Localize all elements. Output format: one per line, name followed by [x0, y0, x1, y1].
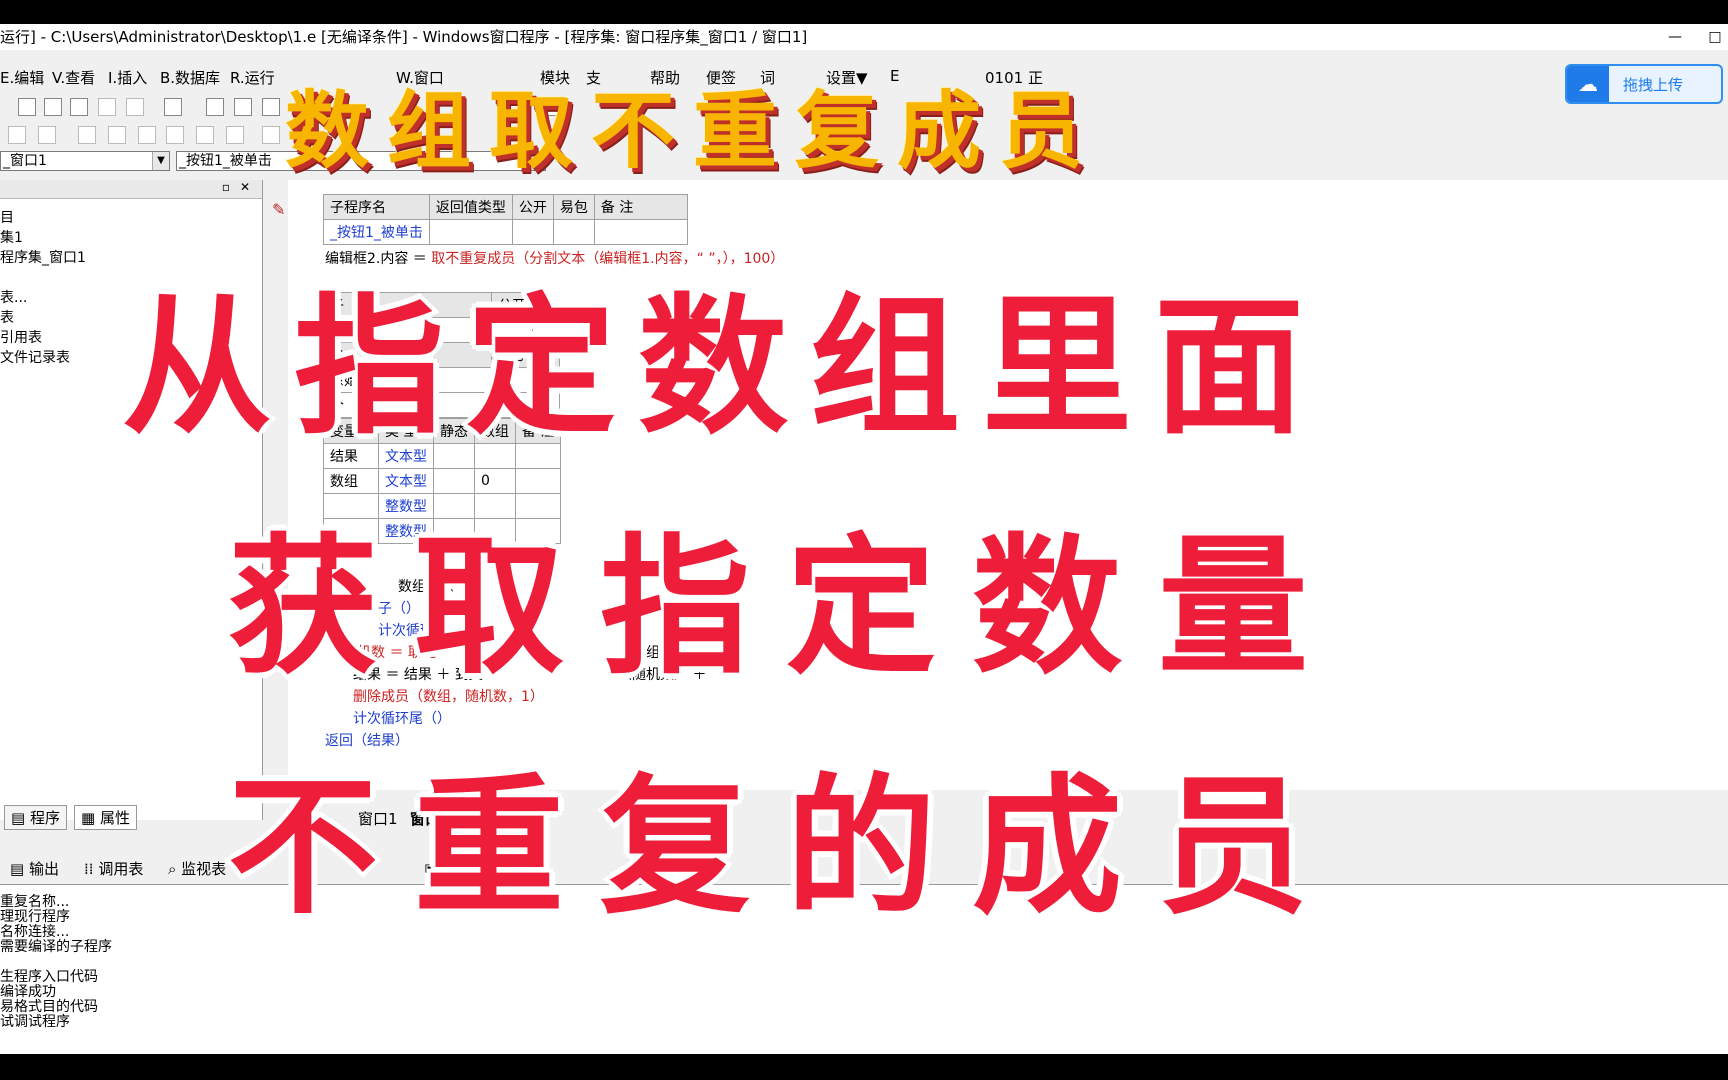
align-icon-3[interactable]: [78, 126, 96, 144]
output-line: 重复名称...: [0, 894, 70, 910]
tree-item[interactable]: [0, 268, 86, 288]
layout-icon-1[interactable]: [206, 98, 224, 116]
menu-insert[interactable]: I.插入: [108, 67, 147, 88]
tab-watch[interactable]: ⌕ 监视表: [168, 858, 226, 879]
output-line: 易格式目的代码: [0, 999, 98, 1015]
program-icon: ▤: [11, 809, 30, 827]
overlay-title: 数组取不重复成员: [285, 82, 1102, 180]
output-line: 需要编译的子程序: [0, 939, 112, 955]
left-panel-tabs: ▤ 程序 ▦ 属性: [0, 802, 262, 830]
object-combo[interactable]: _窗口1 ▼: [0, 151, 170, 171]
table-cell[interactable]: [593, 219, 688, 245]
align-icon-7[interactable]: [196, 126, 214, 144]
align-icon-1[interactable]: [8, 126, 26, 144]
pencil-icon: ✎: [272, 200, 286, 219]
tab-output[interactable]: ▤ 输出: [10, 858, 59, 879]
event-combo-value: _按钮1_被单击: [179, 153, 272, 169]
cut-icon[interactable]: [18, 98, 36, 116]
tree-item[interactable]: 表...: [0, 288, 86, 308]
sub-name-cell[interactable]: _按钮1_被单击: [323, 219, 430, 245]
table-cell[interactable]: [511, 219, 554, 245]
title-bar: 运行] - C:\Users\Administrator\Desktop\1.e…: [0, 24, 1728, 50]
copy-icon[interactable]: [44, 98, 62, 116]
tree-item[interactable]: 表: [0, 308, 86, 328]
align-icon-9[interactable]: [262, 126, 280, 144]
sub-table-header: 子程序名: [323, 194, 430, 220]
redo-icon[interactable]: [98, 98, 116, 116]
cloud-upload-button[interactable]: ☁ 拖拽上传: [1565, 64, 1723, 104]
output-log: 重复名称... 理现行程序 名称连接... 需要编译的子程序 生程序入口代码 编…: [0, 895, 112, 1030]
properties-icon: ▦: [81, 809, 100, 827]
align-icon-8[interactable]: [226, 126, 244, 144]
table-cell[interactable]: [552, 219, 595, 245]
sub-table: 子程序名 返回值类型 公开 易包 备 注 _按钮1_被单击: [323, 194, 688, 245]
menu-database[interactable]: B.数据库: [160, 67, 220, 88]
tree-item[interactable]: 引用表: [0, 328, 86, 348]
find-icon[interactable]: [164, 98, 182, 116]
search-icon: ⌕: [168, 860, 182, 878]
tab-properties-label: 属性: [99, 809, 130, 827]
tab-program-label: 程序: [29, 809, 60, 827]
tab-watch-label: 监视表: [181, 860, 227, 878]
output-icon: ▤: [10, 860, 29, 878]
code-line[interactable]: 计次循环尾（）: [353, 708, 451, 728]
output-line: 名称连接...: [0, 924, 70, 940]
tab-call-table[interactable]: ⁞⁞ 调用表: [84, 858, 143, 879]
tab-call-table-label: 调用表: [98, 860, 144, 878]
overlay-line-1: 从指定数组里面: [118, 277, 1327, 459]
window-title: 运行] - C:\Users\Administrator\Desktop\1.e…: [0, 28, 808, 46]
tree-item[interactable]: 集1: [0, 228, 86, 248]
tab-program[interactable]: ▤ 程序: [4, 805, 67, 830]
align-icon-6[interactable]: [166, 126, 184, 144]
menu-view[interactable]: V.查看: [52, 67, 95, 88]
cloud-icon: ☁: [1567, 66, 1609, 102]
cloud-upload-label: 拖拽上传: [1623, 76, 1684, 94]
align-icon-4[interactable]: [108, 126, 126, 144]
tree-item[interactable]: 程序集_窗口1: [0, 248, 86, 268]
align-icon-5[interactable]: [138, 126, 156, 144]
undo-icon[interactable]: [126, 98, 144, 116]
object-combo-value: _窗口1: [3, 153, 47, 169]
menu-edit[interactable]: E.编辑: [0, 67, 44, 88]
panel-header: ▫ ✕: [0, 180, 262, 199]
output-line: 理现行程序: [0, 909, 70, 925]
overlay-line-3: 不重复的成员: [224, 757, 1345, 939]
overlay-line-2: 获取指定数量: [224, 517, 1345, 699]
table-cell[interactable]: [428, 219, 513, 245]
maximize-button[interactable]: □: [1695, 24, 1728, 50]
restore-icon[interactable]: ▫: [222, 180, 230, 194]
output-line: 试调试程序: [0, 1014, 70, 1030]
menu-run[interactable]: R.运行: [230, 67, 275, 88]
minimize-button[interactable]: —: [1655, 24, 1695, 50]
project-tree: 目 集1 程序集_窗口1 表... 表 引用表 文件记录表: [0, 208, 86, 368]
sub-table-header: 返回值类型: [428, 194, 513, 220]
sub-table-header: 易包: [552, 194, 595, 220]
tree-item[interactable]: 目: [0, 208, 86, 228]
ide-window: 运行] - C:\Users\Administrator\Desktop\1.e…: [0, 24, 1728, 1054]
output-line: 编译成功: [0, 984, 56, 1000]
paste-icon[interactable]: [70, 98, 88, 116]
output-line: 生程序入口代码: [0, 969, 98, 985]
layout-icon-3[interactable]: [262, 98, 280, 116]
sub-table-header: 备 注: [593, 194, 688, 220]
sub-table-header: 公开: [511, 194, 554, 220]
tab-output-label: 输出: [28, 860, 59, 878]
call-table-icon: ⁞⁞: [84, 860, 99, 878]
close-icon[interactable]: ✕: [240, 180, 250, 194]
align-icon-2[interactable]: [38, 126, 56, 144]
tree-item[interactable]: 文件记录表: [0, 348, 86, 368]
tab-properties[interactable]: ▦ 属性: [74, 805, 137, 830]
layout-icon-2[interactable]: [234, 98, 252, 116]
chevron-down-icon[interactable]: ▼: [152, 152, 169, 170]
